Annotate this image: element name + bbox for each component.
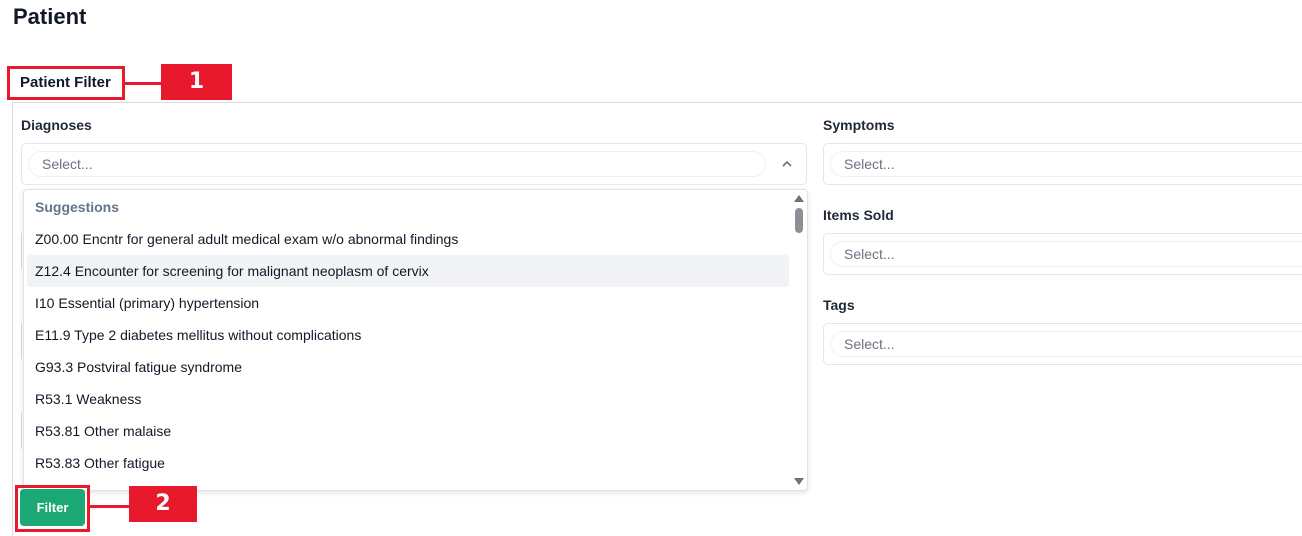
items-sold-label: Items Sold	[823, 207, 894, 223]
dropdown-header: Suggestions	[35, 199, 120, 215]
page-title: Patient	[13, 4, 87, 29]
annotation-number-2: 2	[129, 486, 197, 522]
dropdown-option[interactable]: E11.9 Type 2 diabetes mellitus without c…	[27, 319, 789, 351]
annotation-number-1: 1	[161, 64, 232, 100]
symptoms-input[interactable]: Select...	[830, 151, 1302, 177]
annotation-line-2	[90, 505, 130, 508]
dropdown-option[interactable]: I10 Essential (primary) hypertension	[27, 287, 789, 319]
chevron-up-icon[interactable]	[780, 157, 794, 171]
items-sold-input[interactable]: Select...	[830, 241, 1302, 267]
diagnoses-input[interactable]: Select...	[28, 151, 766, 177]
dropdown-list: Z00.00 Encntr for general adult medical …	[27, 223, 789, 479]
diagnoses-select[interactable]: Select...	[21, 143, 807, 185]
tags-select[interactable]: Select...	[823, 323, 1302, 365]
items-sold-select[interactable]: Select...	[823, 233, 1302, 275]
tags-input[interactable]: Select...	[830, 331, 1302, 357]
scrollbar-thumb[interactable]	[795, 208, 803, 233]
scroll-up-arrow-icon[interactable]	[794, 195, 804, 202]
dropdown-option[interactable]: R53.1 Weakness	[27, 383, 789, 415]
dropdown-option[interactable]: Z12.4 Encounter for screening for malign…	[27, 255, 789, 287]
dropdown-option[interactable]: G93.3 Postviral fatigue syndrome	[27, 351, 789, 383]
diagnoses-label: Diagnoses	[21, 117, 92, 133]
dropdown-scrollbar[interactable]	[790, 190, 807, 490]
dropdown-option[interactable]: Z00.00 Encntr for general adult medical …	[27, 223, 789, 255]
annotation-line-1	[125, 82, 162, 85]
dropdown-option[interactable]: R53.83 Other fatigue	[27, 447, 789, 479]
diagnoses-dropdown[interactable]: Suggestions Z00.00 Encntr for general ad…	[23, 189, 808, 491]
symptoms-select[interactable]: Select...	[823, 143, 1302, 185]
tags-label: Tags	[823, 297, 855, 313]
filter-section-title: Patient Filter	[20, 74, 111, 91]
dropdown-option[interactable]: R53.81 Other malaise	[27, 415, 789, 447]
scroll-down-arrow-icon[interactable]	[794, 478, 804, 485]
annotation-box-2	[15, 485, 90, 532]
symptoms-label: Symptoms	[823, 117, 895, 133]
